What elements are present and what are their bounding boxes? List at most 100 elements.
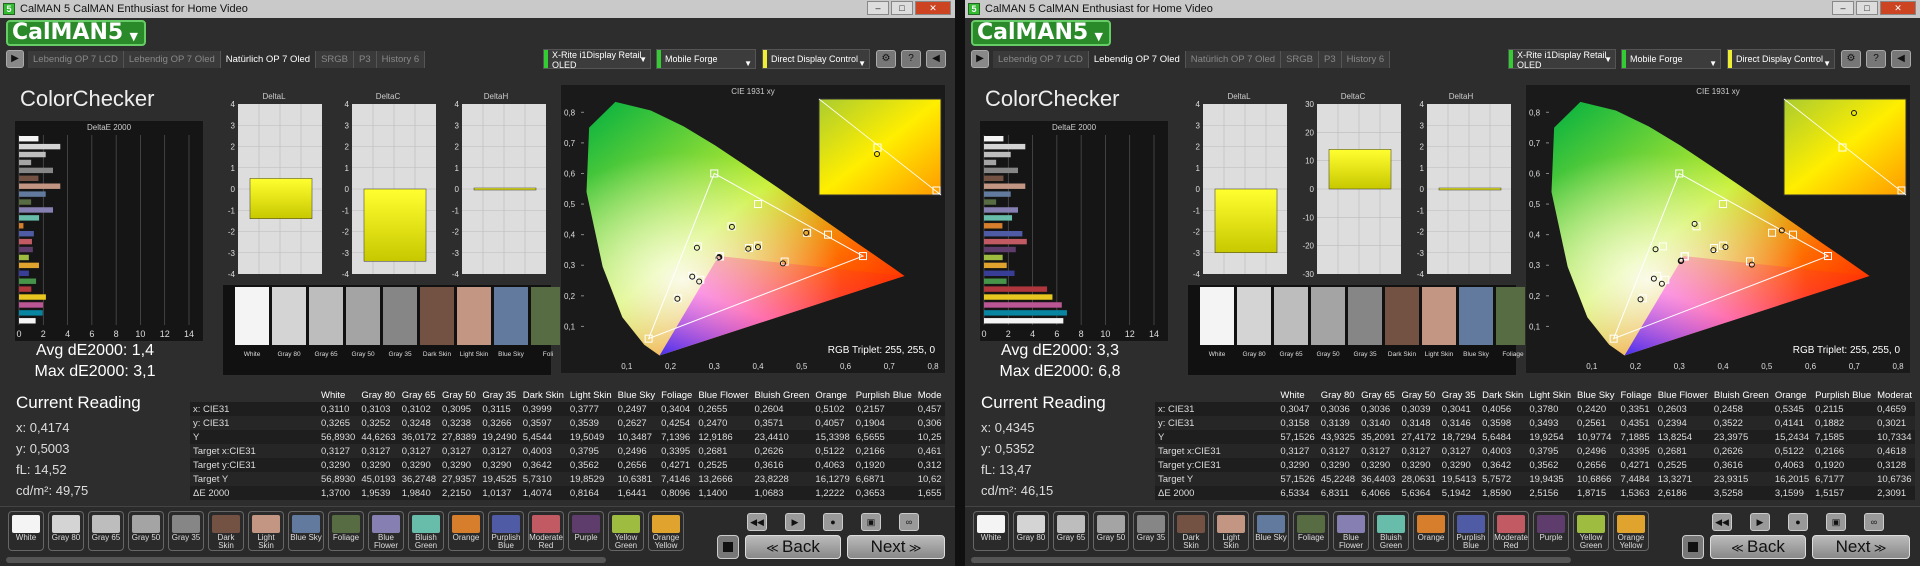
save-icon[interactable]: ▣: [861, 513, 881, 531]
source-selector[interactable]: Mobile Forge ▼: [656, 49, 756, 69]
session-tab[interactable]: SRGB: [316, 51, 355, 68]
patch-button[interactable]: Gray 50: [128, 511, 164, 551]
session-tab[interactable]: History 6: [376, 51, 426, 68]
table-header-cell: [190, 388, 318, 402]
patch-button[interactable]: Blue Sky: [288, 511, 324, 551]
patch-button[interactable]: Purple: [1533, 511, 1569, 551]
delta-tick-label: 1: [1420, 164, 1425, 173]
patch-button[interactable]: Foliage: [328, 511, 364, 551]
session-tab[interactable]: Lebendig OP 7 LCD: [28, 51, 124, 68]
table-cell: 6,7177: [1812, 472, 1875, 486]
patch-button[interactable]: White: [8, 511, 44, 551]
session-tab[interactable]: Natürlich OP 7 Oled: [220, 51, 317, 68]
prev-step-icon[interactable]: ◀◀: [1712, 513, 1732, 531]
gear-icon[interactable]: ⚙: [1841, 50, 1861, 68]
next-button[interactable]: Next ≫: [847, 535, 945, 559]
patch-button[interactable]: Bluish Green: [1373, 511, 1409, 551]
patch-button[interactable]: Bluish Green: [408, 511, 444, 551]
table-header-cell: Blue Flower: [1657, 389, 1708, 401]
patch-button[interactable]: Purple: [568, 511, 604, 551]
meter-selector[interactable]: X-Rite i1Display Retail OLED ▼: [1508, 49, 1616, 70]
patch-button[interactable]: Yellow Green: [608, 511, 644, 551]
session-tab[interactable]: Lebendig OP 7 LCD: [993, 51, 1089, 68]
session-tab[interactable]: P3: [354, 51, 377, 68]
table-cell: 0,2626: [1710, 444, 1772, 458]
display-selector[interactable]: Direct Display Control ▼: [1727, 49, 1835, 69]
patch-button[interactable]: Foliage: [1293, 511, 1329, 551]
bottom-bar: White Gray 80 Gray 65 Gray 50 Gray 35 Dark Sk…: [965, 506, 1920, 566]
stop-icon[interactable]: [717, 535, 739, 559]
patch-button[interactable]: Orange: [1413, 511, 1449, 551]
table-cell: 0,3290: [1358, 458, 1399, 472]
table-cell: 0,3115: [479, 402, 520, 416]
patch-button[interactable]: Gray 65: [88, 511, 124, 551]
session-tab[interactable]: Lebendig OP 7 Oled: [123, 51, 221, 68]
session-tab[interactable]: SRGB: [1281, 51, 1320, 68]
loop-icon[interactable]: ∞: [899, 513, 919, 531]
patch-scrollbar[interactable]: [971, 557, 1571, 563]
back-button[interactable]: ≪ Back: [745, 535, 841, 559]
maximize-icon[interactable]: □: [891, 1, 913, 15]
session-tab[interactable]: Lebendig OP 7 Oled: [1088, 51, 1186, 68]
patch-scrollbar[interactable]: [6, 557, 606, 563]
meter-selector[interactable]: X-Rite i1Display Retail OLED ▼: [543, 49, 651, 70]
back-button[interactable]: ≪ Back: [1710, 535, 1806, 559]
patch-button[interactable]: Dark Skin: [1173, 511, 1209, 551]
patch-button[interactable]: Purplish Blue: [488, 511, 524, 551]
patch-button[interactable]: Light Skin: [1213, 511, 1249, 551]
patch-button[interactable]: White: [973, 511, 1009, 551]
patch-button[interactable]: Gray 65: [1053, 511, 1089, 551]
collapse-arrow-icon[interactable]: ◀: [1891, 50, 1911, 68]
patch-button[interactable]: Blue Sky: [1253, 511, 1289, 551]
patch-button[interactable]: Blue Flower: [1333, 511, 1369, 551]
help-icon[interactable]: ?: [901, 50, 921, 68]
session-tab[interactable]: History 6: [1341, 51, 1391, 68]
calman-menu-button[interactable]: CalMAN5 ▼: [6, 20, 146, 46]
next-button[interactable]: Next ≫: [1812, 535, 1910, 559]
patch-button[interactable]: Orange Yellow: [1613, 511, 1649, 551]
patch-button[interactable]: Gray 50: [1093, 511, 1129, 551]
patch-label: Dark Skin: [1182, 533, 1200, 550]
patch-color: [612, 515, 640, 533]
patch-button[interactable]: Yellow Green: [1573, 511, 1609, 551]
patch-button[interactable]: Light Skin: [248, 511, 284, 551]
record-icon[interactable]: ●: [1788, 513, 1808, 531]
maximize-icon[interactable]: □: [1856, 1, 1878, 15]
close-icon[interactable]: ✕: [1880, 1, 1916, 15]
patch-button[interactable]: Moderate Red: [528, 511, 564, 551]
record-icon[interactable]: ●: [823, 513, 843, 531]
close-icon[interactable]: ✕: [915, 1, 951, 15]
prev-step-icon[interactable]: ◀◀: [747, 513, 767, 531]
play-arrow-icon[interactable]: ▶: [971, 50, 989, 68]
save-icon[interactable]: ▣: [1826, 513, 1846, 531]
session-tab[interactable]: P3: [1319, 51, 1342, 68]
patch-button[interactable]: Orange Yellow: [648, 511, 684, 551]
table-cell: 0,2525: [695, 458, 752, 472]
patch-button[interactable]: Gray 80: [48, 511, 84, 551]
play-icon[interactable]: ▶: [785, 513, 805, 531]
play-arrow-icon[interactable]: ▶: [6, 50, 24, 68]
minimize-icon[interactable]: –: [1832, 1, 1854, 15]
deltae-tick-label: 0: [981, 329, 986, 339]
minimize-icon[interactable]: –: [867, 1, 889, 15]
table-cell: 19,4525: [479, 472, 520, 486]
patch-button[interactable]: Purplish Blue: [1453, 511, 1489, 551]
play-icon[interactable]: ▶: [1750, 513, 1770, 531]
loop-icon[interactable]: ∞: [1864, 513, 1884, 531]
collapse-arrow-icon[interactable]: ◀: [926, 50, 946, 68]
help-icon[interactable]: ?: [1866, 50, 1886, 68]
patch-button[interactable]: Moderate Red: [1493, 511, 1529, 551]
patch-button[interactable]: Gray 35: [168, 511, 204, 551]
gear-icon[interactable]: ⚙: [876, 50, 896, 68]
calman-menu-button[interactable]: CalMAN5 ▼: [971, 20, 1111, 46]
patch-button[interactable]: Gray 80: [1013, 511, 1049, 551]
patch-button[interactable]: Blue Flower: [368, 511, 404, 551]
patch-button[interactable]: Orange: [448, 511, 484, 551]
source-selector[interactable]: Mobile Forge ▼: [1621, 49, 1721, 69]
display-selector[interactable]: Direct Display Control ▼: [762, 49, 870, 69]
session-tab[interactable]: Natürlich OP 7 Oled: [1185, 51, 1282, 68]
patch-button[interactable]: Dark Skin: [208, 511, 244, 551]
patch-button[interactable]: Gray 35: [1133, 511, 1169, 551]
stop-icon[interactable]: [1682, 535, 1704, 559]
delta-tick-label: -1: [1417, 206, 1425, 215]
